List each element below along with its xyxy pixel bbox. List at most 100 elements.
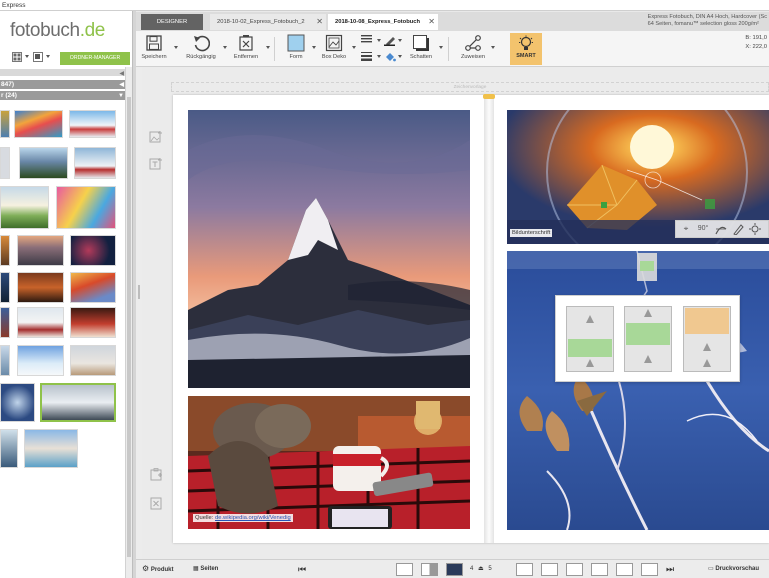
print-preview-button[interactable]: ▭ Druckvorschau xyxy=(708,563,759,575)
page-thumb[interactable] xyxy=(421,563,438,576)
chevron-down-icon[interactable] xyxy=(352,46,356,49)
add-image-icon[interactable] xyxy=(149,130,163,144)
undo-button[interactable]: Rückgängig xyxy=(184,34,218,60)
tab-document-2[interactable]: 2018-10-08_Express_Fotobuch ✕ xyxy=(328,14,438,30)
eject-icon[interactable]: ⏏ xyxy=(478,566,484,572)
expand-arrow-icon[interactable]: ▼ xyxy=(118,92,124,101)
photo-thumbnail[interactable] xyxy=(70,272,116,303)
page-thumb[interactable] xyxy=(396,563,413,576)
select-view-icon[interactable] xyxy=(33,52,43,62)
tab-designer[interactable]: DESIGNER xyxy=(141,14,203,30)
chevron-down-icon[interactable] xyxy=(223,46,227,49)
chevron-down-icon[interactable] xyxy=(312,46,316,49)
photo-thumbnail[interactable] xyxy=(0,429,18,468)
pen-color-button[interactable] xyxy=(384,34,396,48)
paste-clipboard-icon[interactable] xyxy=(149,467,163,481)
brightness-icon[interactable] xyxy=(748,222,762,236)
folder-row-2[interactable]: r (24) ▼ xyxy=(0,91,126,100)
photo-frosted-flowers[interactable] xyxy=(507,251,769,530)
photo-thumbnail[interactable] xyxy=(74,147,116,179)
photo-mountain[interactable] xyxy=(188,110,470,388)
close-icon[interactable]: ✕ xyxy=(316,14,323,30)
photo-thumbnail[interactable] xyxy=(19,147,68,179)
photo-thumbnail[interactable] xyxy=(0,383,35,422)
rotate-90-button[interactable]: 90° xyxy=(695,222,711,236)
folder-row-1[interactable]: 847) ◀ xyxy=(0,80,126,89)
fill-color-button[interactable] xyxy=(384,51,396,65)
smart-button[interactable]: SMART xyxy=(510,33,542,65)
crosshair-icon[interactable]: ⌖ xyxy=(679,222,693,236)
scrollbar-thumb[interactable] xyxy=(127,97,131,557)
photo-thumbnail[interactable] xyxy=(0,110,10,138)
chevron-down-icon[interactable] xyxy=(398,55,402,58)
canvas-drag-handle[interactable] xyxy=(138,285,140,299)
collapse-arrow-icon[interactable]: ◀ xyxy=(119,70,124,77)
add-text-icon[interactable] xyxy=(149,157,163,171)
photo-thumbnail[interactable] xyxy=(17,345,64,376)
chevron-down-icon[interactable] xyxy=(377,39,381,42)
chevron-down-icon[interactable] xyxy=(377,55,381,58)
canvas-vertical-scrollbar[interactable] xyxy=(136,67,142,559)
photo-thumbnail[interactable] xyxy=(0,186,49,229)
chevron-down-icon[interactable] xyxy=(439,46,443,49)
photo-thumbnail[interactable] xyxy=(0,307,10,338)
border-width-button[interactable] xyxy=(360,51,374,63)
save-button[interactable]: Speichern xyxy=(140,34,168,60)
grid-view-icon[interactable] xyxy=(12,52,22,62)
photo-thumbnail[interactable] xyxy=(0,235,10,266)
spine-handle[interactable] xyxy=(483,94,495,99)
photo-thumbnail[interactable] xyxy=(69,110,116,138)
page-thumb-current[interactable] xyxy=(446,563,463,576)
shape-button[interactable]: Form xyxy=(283,34,309,60)
first-page-icon[interactable]: ⏮ xyxy=(298,563,306,575)
curve-adjust-icon[interactable] xyxy=(714,222,728,236)
line-style-button[interactable] xyxy=(360,34,374,46)
page-thumb[interactable] xyxy=(591,563,608,576)
chevron-down-icon[interactable] xyxy=(491,46,495,49)
layout-option-bottom[interactable] xyxy=(566,306,614,372)
tab-document-1[interactable]: 2018-10-02_Express_Fotobuch_2 ✕ xyxy=(210,14,326,30)
photo-thumbnail[interactable] xyxy=(14,110,63,138)
collapse-arrow-icon[interactable]: ◀ xyxy=(119,81,124,90)
photo-thumbnail[interactable] xyxy=(70,307,116,338)
caption-link[interactable]: de.wikipedia.org/wiki/Venedig xyxy=(215,515,291,521)
pages-button[interactable]: ▦ Seiten xyxy=(193,563,218,575)
assign-button[interactable]: Zuweisen xyxy=(458,34,488,60)
photo-thumbnail[interactable] xyxy=(70,235,116,266)
delete-page-icon[interactable] xyxy=(149,496,163,510)
layout-option-top[interactable] xyxy=(683,306,731,372)
chevron-down-icon[interactable] xyxy=(46,55,50,58)
photo-thumbnail[interactable] xyxy=(24,429,78,468)
last-page-icon[interactable]: ⏭ xyxy=(666,563,674,575)
page-thumb[interactable] xyxy=(516,563,533,576)
shadows-button[interactable]: Schatten xyxy=(406,34,436,60)
close-icon[interactable]: ✕ xyxy=(428,14,435,30)
page-thumb[interactable] xyxy=(566,563,583,576)
photo-source-caption[interactable]: Quelle: de.wikipedia.org/wiki/Venedig xyxy=(193,514,293,522)
photo-thumbnail[interactable] xyxy=(56,186,116,229)
ordner-manager-button[interactable]: ORDNER-MANAGER xyxy=(60,52,130,65)
page-thumb[interactable] xyxy=(616,563,633,576)
photo-thumbnail[interactable] xyxy=(17,235,64,266)
photo-thumbnail[interactable] xyxy=(70,345,116,376)
chevron-down-icon[interactable] xyxy=(398,39,402,42)
layout-option-middle[interactable] xyxy=(624,306,672,372)
chevron-down-icon[interactable] xyxy=(174,46,178,49)
photo-thumbnail[interactable] xyxy=(17,272,64,303)
image-caption-placeholder[interactable]: Bildunterschrift xyxy=(510,229,553,237)
chevron-down-icon[interactable] xyxy=(266,46,270,49)
left-panel-scrollbar[interactable] xyxy=(125,67,132,578)
page-thumb[interactable] xyxy=(641,563,658,576)
photo-thumbnail[interactable] xyxy=(0,345,10,376)
photo-slippers[interactable] xyxy=(188,396,470,529)
photo-thumbnail[interactable] xyxy=(0,147,10,179)
remove-button[interactable]: Entfernen xyxy=(231,34,261,60)
product-button[interactable]: ⚙ Produkt xyxy=(142,563,174,575)
photo-thumbnail-selected[interactable] xyxy=(40,383,116,422)
page-thumb[interactable] xyxy=(541,563,558,576)
box-deco-button[interactable]: Box Deko xyxy=(319,34,349,60)
photo-thumbnail[interactable] xyxy=(0,272,10,303)
chevron-down-icon[interactable] xyxy=(25,55,29,58)
pencil-icon[interactable] xyxy=(731,222,745,236)
photo-thumbnail[interactable] xyxy=(17,307,64,338)
